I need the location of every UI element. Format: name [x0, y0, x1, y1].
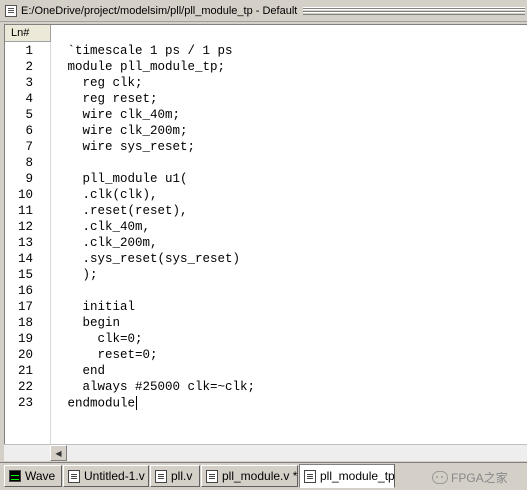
- code-line[interactable]: 23 endmodule: [5, 395, 527, 411]
- line-text[interactable]: always #25000 clk=~clk;: [60, 380, 256, 394]
- code-line[interactable]: 9 pll_module u1(: [5, 171, 527, 187]
- watermark-text: FPGA之家: [451, 470, 508, 485]
- code-line[interactable]: 17 initial: [5, 299, 527, 315]
- line-number: 6: [25, 124, 33, 138]
- wave-icon: [9, 470, 21, 482]
- code-line[interactable]: 11 .reset(reset),: [5, 203, 527, 219]
- line-number: 17: [17, 300, 33, 314]
- document-tab-bar: Wave Untitled-1.v pll.v pll_module.v * p…: [0, 462, 527, 490]
- file-icon: [68, 469, 80, 483]
- line-text[interactable]: endmodule: [60, 395, 138, 410]
- window-title: E:/OneDrive/project/modelsim/pll/pll_mod…: [21, 4, 298, 17]
- line-number: 3: [25, 76, 33, 90]
- horizontal-scrollbar[interactable]: ◀: [4, 444, 527, 461]
- tab-pll[interactable]: pll.v: [150, 465, 200, 487]
- line-number: 11: [17, 204, 33, 218]
- line-number: 16: [17, 284, 33, 298]
- gutter-header: Ln#: [5, 25, 51, 42]
- line-text[interactable]: end: [60, 364, 106, 378]
- line-text[interactable]: .sys_reset(sys_reset): [60, 252, 241, 266]
- line-text[interactable]: reg clk;: [60, 76, 143, 90]
- line-number: 18: [17, 316, 33, 330]
- line-text[interactable]: reg reset;: [60, 92, 158, 106]
- file-icon: [155, 469, 167, 483]
- line-number: 19: [17, 332, 33, 346]
- line-text[interactable]: reset=0;: [60, 348, 158, 362]
- code-line[interactable]: 18 begin: [5, 315, 527, 331]
- code-line[interactable]: 8: [5, 155, 527, 171]
- line-text[interactable]: `timescale 1 ps / 1 ps: [60, 44, 233, 58]
- wechat-icon: [432, 470, 448, 484]
- scroll-left-button[interactable]: ◀: [50, 445, 67, 461]
- code-line[interactable]: 16: [5, 283, 527, 299]
- title-grip[interactable]: [303, 6, 525, 15]
- code-line[interactable]: 12 .clk_40m,: [5, 219, 527, 235]
- line-number: 23: [17, 396, 33, 410]
- code-line[interactable]: 10 .clk(clk),: [5, 187, 527, 203]
- line-number: 15: [17, 268, 33, 282]
- tab-pll-module-tp[interactable]: pll_module_tp: [299, 464, 395, 488]
- tab-pll-module[interactable]: pll_module.v *: [201, 465, 298, 487]
- line-number: 5: [25, 108, 33, 122]
- line-number: 12: [17, 220, 33, 234]
- code-line[interactable]: 4 reg reset;: [5, 91, 527, 107]
- code-line[interactable]: 21 end: [5, 363, 527, 379]
- line-number: 22: [17, 380, 33, 394]
- line-text[interactable]: initial: [60, 300, 136, 314]
- code-line[interactable]: 3 reg clk;: [5, 75, 527, 91]
- code-line[interactable]: 19 clk=0;: [5, 331, 527, 347]
- line-text[interactable]: wire clk_200m;: [60, 124, 188, 138]
- line-text[interactable]: clk=0;: [60, 332, 143, 346]
- code-line[interactable]: 1 `timescale 1 ps / 1 ps: [5, 43, 527, 59]
- code-line[interactable]: 20 reset=0;: [5, 347, 527, 363]
- line-number: 7: [25, 140, 33, 154]
- line-number: 21: [17, 364, 33, 378]
- code-line[interactable]: 6 wire clk_200m;: [5, 123, 527, 139]
- line-text[interactable]: begin: [60, 316, 121, 330]
- line-text[interactable]: .clk_200m,: [60, 236, 158, 250]
- tab-label: pll.v: [171, 469, 193, 483]
- line-text[interactable]: pll_module u1(: [60, 172, 188, 186]
- file-icon: [206, 469, 218, 483]
- line-number: 20: [17, 348, 33, 362]
- line-number: 14: [17, 252, 33, 266]
- tab-label: pll_module_tp: [320, 469, 395, 483]
- tab-untitled-1[interactable]: Untitled-1.v: [63, 465, 149, 487]
- tab-label: Untitled-1.v: [84, 469, 145, 483]
- line-number: 9: [25, 172, 33, 186]
- code-line[interactable]: 15 );: [5, 267, 527, 283]
- line-number: 8: [25, 156, 33, 170]
- code-lines[interactable]: 1 `timescale 1 ps / 1 ps 2 module pll_mod…: [5, 43, 527, 411]
- text-cursor: [136, 395, 138, 410]
- line-number: 1: [25, 44, 33, 58]
- code-line[interactable]: 2 module pll_module_tp;: [5, 59, 527, 75]
- source-file-icon: [5, 4, 17, 17]
- code-line[interactable]: 7 wire sys_reset;: [5, 139, 527, 155]
- code-line[interactable]: 22 always #25000 clk=~clk;: [5, 379, 527, 395]
- code-line[interactable]: 5 wire clk_40m;: [5, 107, 527, 123]
- code-line[interactable]: 13 .clk_200m,: [5, 235, 527, 251]
- file-icon: [304, 469, 316, 483]
- source-editor[interactable]: Ln# 1 `timescale 1 ps / 1 ps 2 module pll…: [4, 24, 527, 444]
- line-number: 13: [17, 236, 33, 250]
- watermark: FPGA之家: [432, 467, 508, 487]
- line-text[interactable]: );: [60, 268, 98, 282]
- line-number: 2: [25, 60, 33, 74]
- line-text[interactable]: wire sys_reset;: [60, 140, 196, 154]
- line-text[interactable]: .clk_40m,: [60, 220, 151, 234]
- line-text[interactable]: wire clk_40m;: [60, 108, 181, 122]
- tab-wave[interactable]: Wave: [4, 465, 62, 487]
- line-text[interactable]: .clk(clk),: [60, 188, 158, 202]
- line-text[interactable]: module pll_module_tp;: [60, 60, 226, 74]
- tab-label: Wave: [25, 469, 56, 483]
- line-number: 10: [17, 188, 33, 202]
- window-title-bar[interactable]: E:/OneDrive/project/modelsim/pll/pll_mod…: [0, 0, 527, 22]
- line-number: 4: [25, 92, 33, 106]
- code-line[interactable]: 14 .sys_reset(sys_reset): [5, 251, 527, 267]
- tab-label: pll_module.v *: [222, 469, 298, 483]
- line-text[interactable]: .reset(reset),: [60, 204, 188, 218]
